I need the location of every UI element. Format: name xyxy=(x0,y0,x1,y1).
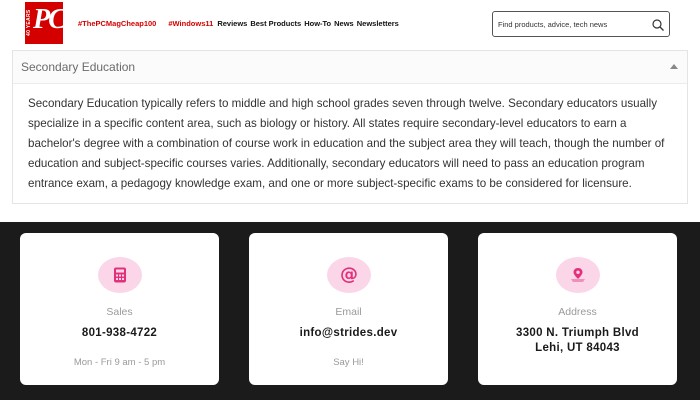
accordion-header[interactable]: Secondary Education xyxy=(13,51,687,84)
icon-circle xyxy=(556,257,600,293)
address-line-1: 3300 N. Triumph Blvd xyxy=(516,327,639,339)
card-label: Email xyxy=(335,306,362,318)
email-tagline: Say Hi! xyxy=(333,357,364,368)
nav-link-newsletters[interactable]: Newsletters xyxy=(357,19,399,28)
contact-card-sales: Sales 801-938-4722 Mon - Fri 9 am - 5 pm xyxy=(20,233,219,385)
contact-card-email: @ Email info@strides.dev Say Hi! xyxy=(249,233,448,385)
caret-up-icon[interactable] xyxy=(670,64,678,69)
calculator-icon xyxy=(114,267,126,283)
nav-link-best-products[interactable]: Best Products xyxy=(250,19,301,28)
card-label: Address xyxy=(558,306,597,318)
accordion-body-text: Secondary Education typically refers to … xyxy=(28,97,665,190)
address-line-2: Lehi, UT 84043 xyxy=(535,342,620,354)
icon-circle: @ xyxy=(327,257,371,293)
card-label: Sales xyxy=(106,306,133,318)
email-address[interactable]: info@strides.dev xyxy=(249,326,448,341)
pcmag-logo[interactable]: 40 YEARS PC xyxy=(25,2,67,44)
at-sign-icon: @ xyxy=(340,264,358,285)
nav-link-news[interactable]: News xyxy=(334,19,354,28)
top-nav: #ThePCMagCheap100 #Windows11 Reviews Bes… xyxy=(78,16,402,30)
accordion-secondary-education: Secondary Education Secondary Education … xyxy=(12,50,688,204)
map-pin-icon xyxy=(571,268,585,282)
nav-promo-windows11[interactable]: #Windows11 xyxy=(168,19,213,28)
icon-circle xyxy=(98,257,142,293)
contact-section: Sales 801-938-4722 Mon - Fri 9 am - 5 pm… xyxy=(0,222,700,400)
nav-promo-cheap100[interactable]: #ThePCMagCheap100 xyxy=(78,19,156,28)
search-icon[interactable] xyxy=(651,18,665,32)
site-header: 40 YEARS PC #ThePCMagCheap100 #Windows11… xyxy=(0,0,700,48)
phone-number[interactable]: 801-938-4722 xyxy=(20,326,219,341)
nav-link-reviews[interactable]: Reviews xyxy=(217,19,247,28)
accordion-title: Secondary Education xyxy=(21,60,136,74)
nav-link-how-to[interactable]: How-To xyxy=(304,19,331,28)
business-hours: Mon - Fri 9 am - 5 pm xyxy=(73,357,166,368)
street-address[interactable]: 3300 N. Triumph Blvd Lehi, UT 84043 xyxy=(478,326,677,356)
contact-card-address: Address 3300 N. Triumph Blvd Lehi, UT 84… xyxy=(478,233,677,385)
logo-text: PC xyxy=(33,4,67,35)
search-placeholder: Find products, advice, tech news xyxy=(498,20,608,29)
search-input[interactable]: Find products, advice, tech news xyxy=(492,11,670,37)
